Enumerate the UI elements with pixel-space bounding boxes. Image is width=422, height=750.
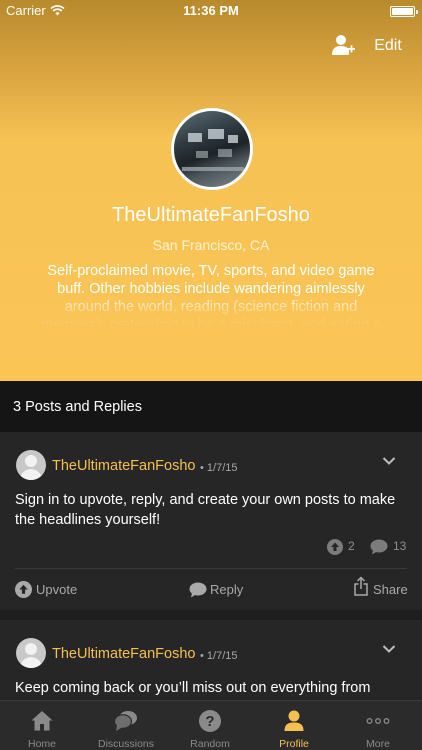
battery-icon: [390, 6, 418, 17]
post-date: • 1/7/15: [200, 462, 238, 474]
tab-random[interactable]: ? Random: [168, 701, 252, 750]
tab-home[interactable]: Home: [0, 701, 84, 750]
post-card[interactable]: TheUltimateFanFosho • 1/7/15 Keep coming…: [0, 620, 422, 710]
profile-header: Carrier 11:36 PM Edit TheUltimateFanFosh…: [0, 0, 422, 381]
more-icon: [366, 718, 390, 724]
author-avatar[interactable]: [16, 638, 46, 668]
chevron-down-icon[interactable]: [382, 456, 396, 466]
share-button[interactable]: Share: [354, 576, 410, 602]
status-bar: Carrier 11:36 PM: [0, 0, 422, 22]
comment-count-icon: [370, 539, 388, 555]
upvote-count: 2: [348, 539, 355, 553]
profile-username: TheUltimateFanFosho: [112, 204, 310, 226]
post-body: Keep coming back or you’ll miss out on e…: [15, 680, 371, 696]
post-stats: 2 13: [327, 538, 417, 555]
tab-profile[interactable]: Profile: [252, 701, 336, 750]
clock: 11:36 PM: [183, 3, 239, 18]
post-body: Sign in to upvote, reply, and create you…: [15, 492, 396, 528]
svg-text:?: ?: [205, 713, 214, 730]
post-author[interactable]: TheUltimateFanFosho: [52, 646, 195, 662]
chevron-down-icon[interactable]: [382, 644, 396, 654]
question-icon: ?: [199, 710, 221, 732]
share-icon: [354, 576, 368, 596]
tab-label: Discussions: [97, 738, 155, 750]
upvote-icon: [15, 581, 32, 598]
upvote-count-icon: [327, 539, 343, 555]
upvote-button[interactable]: Upvote: [15, 578, 85, 602]
share-label: Share: [373, 582, 408, 597]
profile-screen: Carrier 11:36 PM Edit TheUltimateFanFosh…: [0, 0, 422, 750]
profile-icon: [284, 710, 304, 731]
tab-bar: Home Discussions ? Random Profile More: [0, 700, 422, 750]
tab-more[interactable]: More: [336, 701, 420, 750]
tab-label: Random: [190, 738, 230, 750]
add-friend-icon[interactable]: [330, 33, 356, 57]
reply-label: Reply: [210, 582, 244, 597]
tab-label: Profile: [279, 738, 309, 750]
edit-button[interactable]: Edit: [366, 37, 410, 55]
reply-icon: [189, 582, 207, 598]
post-author[interactable]: TheUltimateFanFosho: [52, 458, 195, 474]
profile-location: San Francisco, CA: [152, 237, 270, 253]
home-icon: [31, 711, 53, 731]
profile-bio: Self-proclaimed movie, TV, sports, and v…: [40, 263, 382, 328]
comment-count: 13: [393, 539, 407, 553]
tab-label: Home: [27, 738, 56, 750]
tab-label: More: [366, 738, 390, 750]
upvote-label: Upvote: [36, 582, 78, 597]
profile-avatar: [171, 108, 253, 190]
tab-discussions[interactable]: Discussions: [84, 701, 168, 750]
posts-section-header: 3 Posts and Replies: [0, 381, 422, 432]
post-card[interactable]: TheUltimateFanFosho • 1/7/15 Sign in to …: [0, 432, 422, 610]
reply-button[interactable]: Reply: [189, 578, 249, 602]
divider: [15, 568, 407, 569]
posts-count-title: 3 Posts and Replies: [13, 399, 142, 415]
author-avatar[interactable]: [16, 450, 46, 480]
post-date: • 1/7/15: [200, 650, 238, 662]
discussions-icon: [114, 711, 137, 731]
